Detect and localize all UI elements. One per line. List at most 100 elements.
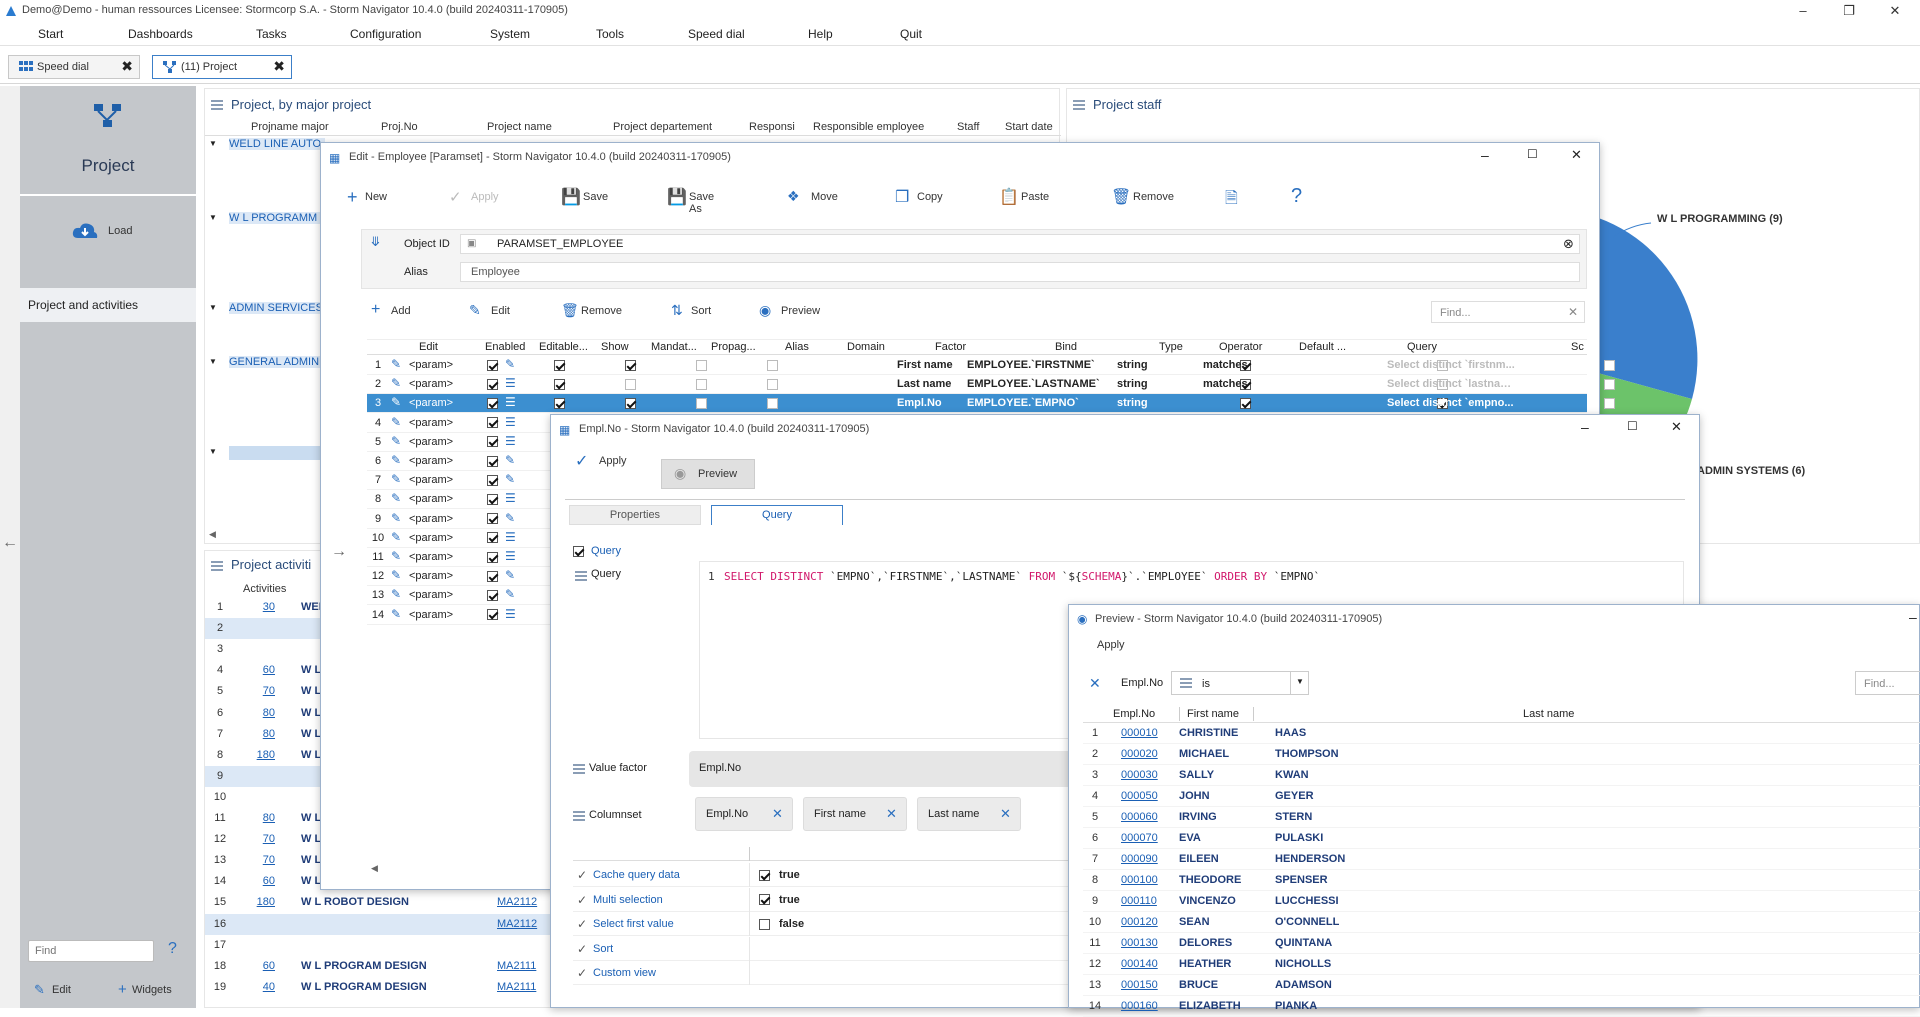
restore-icon[interactable]: ❐ <box>1826 0 1872 22</box>
emplno-link[interactable]: 000100 <box>1121 874 1158 886</box>
emplno-link[interactable]: 000090 <box>1121 853 1158 865</box>
help-icon[interactable]: ? <box>1291 185 1302 208</box>
activity-value[interactable]: 80 <box>235 707 275 719</box>
object-id-field[interactable]: ▣ PARAMSET_EMPLOYEE ⊗ <box>460 234 1580 254</box>
edit-row-icon[interactable]: ✎ <box>391 357 401 371</box>
property-checkbox[interactable] <box>759 918 770 930</box>
col-projname[interactable]: Projname major <box>251 121 329 133</box>
expand-icon[interactable]: ▼ <box>209 139 217 148</box>
propagate-checkbox[interactable] <box>767 378 778 390</box>
editable-checkbox[interactable] <box>554 397 565 409</box>
sidebar-find-input[interactable] <box>28 940 154 962</box>
col-bind[interactable]: Bind <box>1055 341 1077 353</box>
panel-menu-icon[interactable] <box>211 100 223 110</box>
emplno-link[interactable]: 000060 <box>1121 811 1158 823</box>
col-editable[interactable]: Editable... <box>539 341 588 353</box>
emplno-link[interactable]: 000160 <box>1121 1000 1158 1012</box>
edit-icon[interactable]: ✎ <box>505 587 515 601</box>
enabled-checkbox[interactable] <box>487 397 498 409</box>
edit-icon[interactable]: ✎ <box>505 472 515 486</box>
tab-query[interactable]: Query <box>711 505 843 525</box>
edit-icon[interactable]: ✎ <box>505 568 515 582</box>
col-projname2[interactable]: Project name <box>487 121 552 133</box>
mandatory-checkbox[interactable] <box>696 378 707 390</box>
table-row[interactable]: 2 000020 MICHAEL THOMPSON <box>1083 744 1920 765</box>
minimize-icon[interactable]: – <box>1581 419 1589 435</box>
table-row[interactable]: 7 000090 EILEEN HENDERSON <box>1083 849 1920 870</box>
enabled-checkbox[interactable] <box>487 493 498 505</box>
columnset-chip[interactable]: Last name ✕ <box>917 797 1021 831</box>
close-filter-icon[interactable]: ✕ <box>1089 675 1101 692</box>
emplno-link[interactable]: 000140 <box>1121 958 1158 970</box>
tab-project[interactable]: (11) Project ✖ <box>152 55 292 79</box>
emplno-link[interactable]: 000150 <box>1121 979 1158 991</box>
enabled-checkbox[interactable] <box>487 551 498 563</box>
menu-configuration[interactable]: Configuration <box>350 27 421 41</box>
col-type[interactable]: Type <box>1159 341 1183 353</box>
emplno-link[interactable]: 000030 <box>1121 769 1158 781</box>
collapse-chevron-icon[interactable]: ⤋ <box>370 234 381 250</box>
col-emplno[interactable]: Empl.No <box>1113 708 1155 720</box>
edit-row-icon[interactable]: ✎ <box>391 376 401 390</box>
edit-row-icon[interactable]: ✎ <box>391 587 401 601</box>
remove-chip-icon[interactable]: ✕ <box>772 806 783 822</box>
tab-properties[interactable]: Properties <box>569 505 701 525</box>
close-tab-icon[interactable]: ✖ <box>121 58 133 75</box>
table-row[interactable]: 12 000140 HEATHER NICHOLLS <box>1083 954 1920 975</box>
edit-icon[interactable]: ☰ <box>505 434 516 448</box>
close-window-icon[interactable]: ✕ <box>1872 0 1918 22</box>
expand-icon[interactable]: ▼ <box>209 357 217 366</box>
enabled-checkbox[interactable] <box>487 359 498 371</box>
menu-system[interactable]: System <box>490 27 530 41</box>
col-resp[interactable]: Responsi <box>749 121 795 133</box>
clear-icon[interactable]: ✕ <box>1568 305 1578 319</box>
remove-chip-icon[interactable]: ✕ <box>886 806 897 822</box>
table-row[interactable]: 1 000010 CHRISTINE HAAS <box>1083 723 1920 744</box>
query-checkbox[interactable]: Query <box>573 545 621 557</box>
show-checkbox[interactable] <box>625 397 636 409</box>
menu-start[interactable]: Start <box>38 27 63 41</box>
edit-row-icon[interactable]: ✎ <box>391 434 401 448</box>
table-row[interactable]: 14 000160 ELIZABETH PIANKA <box>1083 996 1920 1017</box>
activity-value[interactable]: 80 <box>235 812 275 824</box>
minimize-icon[interactable]: – <box>1780 0 1826 22</box>
col-activities[interactable]: Activities <box>243 583 286 595</box>
activity-value[interactable]: 60 <box>235 960 275 972</box>
panel-menu-icon[interactable] <box>211 561 223 571</box>
menu-dashboards[interactable]: Dashboards <box>128 27 193 41</box>
edit-row-icon[interactable]: ✎ <box>391 568 401 582</box>
col-propagate[interactable]: Propag... <box>711 341 756 353</box>
emplno-link[interactable]: 000110 <box>1121 895 1157 907</box>
show-checkbox[interactable] <box>625 378 636 390</box>
table-row[interactable]: 1 ✎ <param> ✎ First name EMPLOYEE.`FIRSTNME` s… <box>367 356 1615 375</box>
panel-menu-icon[interactable] <box>1073 100 1085 110</box>
col-operator[interactable]: Operator <box>1219 341 1262 353</box>
arrow-right-icon[interactable]: → <box>331 543 347 561</box>
col-enabled[interactable]: Enabled <box>485 341 525 353</box>
activity-value[interactable]: 80 <box>235 728 275 740</box>
table-row[interactable]: 5 000060 IRVING STERN <box>1083 807 1920 828</box>
col-show[interactable]: Show <box>601 341 629 353</box>
activity-value[interactable]: 180 <box>235 749 275 761</box>
table-row[interactable]: 3 000030 SALLY KWAN <box>1083 765 1920 786</box>
edit-icon[interactable]: ☰ <box>505 530 516 544</box>
activity-code[interactable]: MA2112 <box>497 918 537 930</box>
col-default[interactable]: Default ... <box>1299 341 1346 353</box>
col-lastname[interactable]: Last name <box>1523 708 1574 720</box>
maximize-icon[interactable]: ☐ <box>1627 419 1638 433</box>
col-mandatory[interactable]: Mandat... <box>651 341 697 353</box>
col-dept[interactable]: Project departement <box>613 121 712 133</box>
edit-row-icon[interactable]: ✎ <box>391 530 401 544</box>
edit-row-icon[interactable]: ✎ <box>391 511 401 525</box>
minimize-icon[interactable]: – <box>1909 609 1917 625</box>
sc-checkbox[interactable] <box>1604 397 1615 409</box>
find-field[interactable]: Find... ✕ <box>1431 301 1585 323</box>
table-row[interactable]: 11 000130 DELORES QUINTANA <box>1083 933 1920 954</box>
close-tab-icon[interactable]: ✖ <box>273 58 285 75</box>
edit-row-icon[interactable]: ✎ <box>391 472 401 486</box>
scroll-left-icon[interactable]: ◀ <box>209 529 216 540</box>
emplno-link[interactable]: 000070 <box>1121 832 1158 844</box>
edit-row-icon[interactable]: ✎ <box>391 395 401 409</box>
activity-value[interactable]: 180 <box>235 896 275 908</box>
collapse-arrow-icon[interactable]: ← <box>2 534 18 552</box>
